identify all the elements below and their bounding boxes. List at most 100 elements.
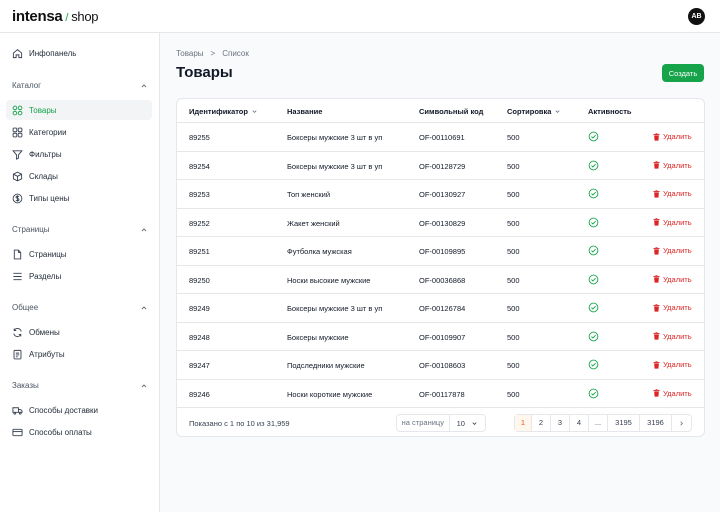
sidebar-item-sections[interactable]: Разделы xyxy=(6,266,152,286)
column-header-name: Название xyxy=(287,107,322,116)
table-row[interactable]: 89249 Боксеры мужские 3 шт в уп OF-0012678… xyxy=(177,294,704,323)
table-row[interactable]: 89246 Носки короткие мужские OF-00117878 50… xyxy=(177,380,704,408)
delete-button[interactable]: Удалить xyxy=(653,161,692,170)
per-page-value[interactable]: 10 xyxy=(450,415,485,431)
column-header-code: Символьный код xyxy=(419,107,483,116)
table-row[interactable]: 89253 Топ женский OF-00130927 500 Удалить xyxy=(177,180,704,209)
column-header-label: Активность xyxy=(588,107,632,116)
per-page-select[interactable]: на страницу 10 xyxy=(396,414,486,432)
page-button[interactable]: 3195 xyxy=(608,415,640,431)
cell-sort: 500 xyxy=(507,389,520,399)
clipboard-icon xyxy=(13,349,22,359)
cell-id: 89246 xyxy=(189,389,210,399)
create-button[interactable]: Создать xyxy=(662,64,704,82)
sidebar-item-label: Типы цены xyxy=(29,193,70,203)
per-page-label: на страницу xyxy=(397,415,450,431)
check-circle-icon xyxy=(588,388,599,401)
check-circle-icon xyxy=(588,359,599,372)
sidebar-group-orders[interactable]: Заказы xyxy=(12,381,148,390)
sidebar-group-general[interactable]: Общее xyxy=(12,303,148,312)
table-row[interactable]: 89248 Боксеры мужские OF-00109907 500 Удалит… xyxy=(177,323,704,351)
page-button[interactable]: 2 xyxy=(532,415,551,431)
delete-button[interactable]: Удалить xyxy=(653,275,692,284)
chevron-right-icon xyxy=(680,420,683,426)
sidebar-item-label: Атрибуты xyxy=(29,349,65,359)
sidebar-item-label: Товары xyxy=(29,105,57,115)
table-row[interactable]: 89251 Футболка мужская OF-00109895 500 Удали… xyxy=(177,237,704,266)
delete-button[interactable]: Удалить xyxy=(653,332,692,341)
cell-name: Боксеры мужские 3 шт в уп xyxy=(287,304,383,313)
delete-button[interactable]: Удалить xyxy=(653,389,692,398)
brand-logo[interactable]: intensa / shop xyxy=(12,8,98,25)
cell-sort: 500 xyxy=(507,190,520,199)
sidebar-group-label: Заказы xyxy=(12,381,39,390)
sidebar-item-products[interactable]: Товары xyxy=(6,100,152,120)
page-title: Товары xyxy=(176,64,233,81)
sidebar-item-filters[interactable]: Фильтры xyxy=(6,144,152,164)
check-circle-icon xyxy=(588,188,599,201)
sidebar-item-label: Склады xyxy=(29,171,58,181)
cell-code: OF-00036868 xyxy=(419,275,466,285)
avatar[interactable]: AB xyxy=(688,8,705,25)
page-button[interactable]: 3 xyxy=(551,415,570,431)
dollar-circle-icon xyxy=(12,193,23,203)
cell-sort: 500 xyxy=(507,332,520,342)
column-header-id[interactable]: Идентификатор xyxy=(189,107,258,116)
sidebar-item-categories[interactable]: Категории xyxy=(6,122,152,142)
delete-label: Удалить xyxy=(663,160,692,170)
delete-button[interactable]: Удалить xyxy=(653,360,692,369)
page-button[interactable]: 4 xyxy=(570,415,589,431)
sidebar-group-label: Страницы xyxy=(12,225,50,234)
breadcrumb: Товары > Список xyxy=(176,49,249,58)
delete-button[interactable]: Удалить xyxy=(653,303,692,312)
table-row[interactable]: 89250 Носки высокие мужские OF-00036868 500… xyxy=(177,266,704,294)
cell-id: 89251 xyxy=(189,247,210,256)
delete-label: Удалить xyxy=(663,274,692,284)
refresh-icon xyxy=(13,327,22,337)
check-circle-icon xyxy=(588,131,599,144)
table-row[interactable]: 89255 Боксеры мужские 3 шт в уп OF-0011069… xyxy=(177,123,704,152)
chevron-down-icon xyxy=(252,110,257,113)
chevron-down-icon xyxy=(555,110,561,113)
page-button[interactable]: 1 xyxy=(515,415,532,431)
delete-label: Удалить xyxy=(663,132,692,141)
table-row[interactable]: 89252 Жакет женский OF-00130829 500 Удалить xyxy=(177,209,704,237)
cell-name: Боксеры мужские xyxy=(287,332,349,342)
cell-name: Жакет женский xyxy=(287,218,340,228)
sidebar-item-payment[interactable]: Способы оплаты xyxy=(6,422,152,442)
delete-button[interactable]: Удалить xyxy=(653,132,692,141)
sidebar-item-warehouses[interactable]: Склады xyxy=(6,166,152,186)
sidebar-item-dashboard[interactable]: Инфопанель xyxy=(6,43,152,63)
check-circle-icon xyxy=(588,160,599,173)
column-header-sort[interactable]: Сортировка xyxy=(507,107,561,116)
cell-id: 89253 xyxy=(189,190,210,199)
sidebar-item-exchanges[interactable]: Обмены xyxy=(6,322,152,342)
table-row[interactable]: 89254 Боксеры мужские 3 шт в уп OF-0012872… xyxy=(177,152,704,180)
sidebar-item-attributes[interactable]: Атрибуты xyxy=(6,344,152,364)
cell-name: Носки короткие мужские xyxy=(287,389,373,399)
cell-id: 89252 xyxy=(189,218,210,228)
pagination: 1 2 3 4... 3195 3196 xyxy=(514,414,692,432)
delete-button[interactable]: Удалить xyxy=(653,218,692,227)
delete-button[interactable]: Удалить xyxy=(653,246,692,255)
sidebar-group-catalog[interactable]: Каталог xyxy=(12,81,148,90)
sidebar-item-label: Инфопанель xyxy=(29,48,77,58)
cell-sort: 500 xyxy=(507,161,520,171)
sidebar-item-pages[interactable]: Страницы xyxy=(6,244,152,264)
delete-button[interactable]: Удалить xyxy=(653,189,692,198)
next-page-button[interactable] xyxy=(672,415,691,431)
page-button[interactable]: 3196 xyxy=(640,415,672,431)
trash-icon xyxy=(653,303,660,312)
trash-icon xyxy=(653,218,660,226)
trash-icon xyxy=(653,132,660,141)
list-icon xyxy=(13,272,22,280)
products-table: Идентификатор Название Символьный код Со… xyxy=(176,98,705,437)
sidebar-item-price-types[interactable]: Типы цены xyxy=(6,188,152,208)
pagination-ellipsis: ... xyxy=(589,415,608,431)
sidebar-group-pages[interactable]: Страницы xyxy=(12,225,148,234)
sidebar-item-delivery[interactable]: Способы доставки xyxy=(6,400,152,420)
table-row[interactable]: 89247 Подследники мужские OF-00108603 500 Уд… xyxy=(177,351,704,380)
cell-code: OF-00117878 xyxy=(419,389,465,399)
cell-sort: 500 xyxy=(507,275,520,285)
breadcrumb-products[interactable]: Товары xyxy=(176,49,204,58)
